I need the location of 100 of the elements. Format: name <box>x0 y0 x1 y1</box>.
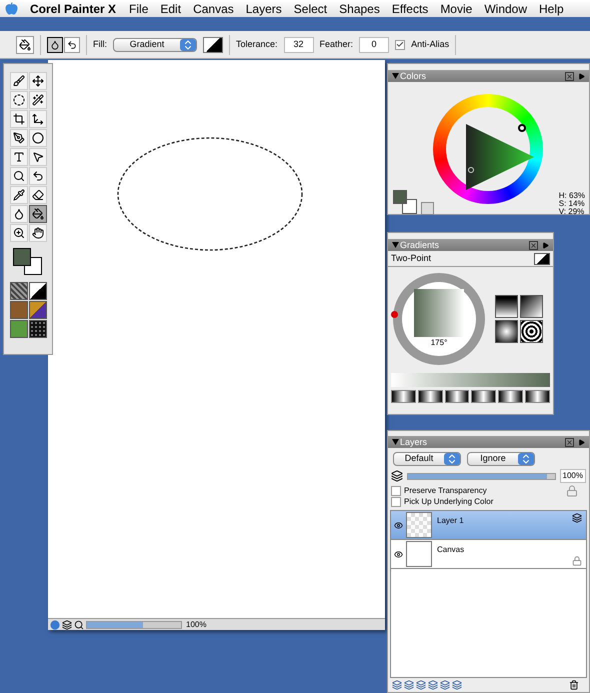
gradient-order-button[interactable] <box>391 390 416 403</box>
brush-icon <box>12 75 24 87</box>
tolerance-label: Tolerance: <box>236 38 278 51</box>
disclosure-triangle-icon[interactable] <box>392 242 399 248</box>
zoom-value: 100% <box>186 618 206 630</box>
visibility-icon[interactable] <box>394 520 403 530</box>
close-icon[interactable] <box>565 438 574 446</box>
gradient-order-button[interactable] <box>525 390 550 403</box>
option-label: Preserve Transparency <box>404 484 487 496</box>
menu-item[interactable]: Canvas <box>193 0 234 18</box>
color-readout: H: 63% <box>558 192 585 200</box>
menu-item[interactable]: Effects <box>392 0 428 18</box>
close-icon[interactable] <box>565 72 574 80</box>
visibility-icon[interactable] <box>394 550 403 558</box>
layer-action-icon[interactable] <box>440 680 450 690</box>
close-icon[interactable] <box>529 240 538 250</box>
angle-handle-icon[interactable] <box>391 311 398 318</box>
gradient-style-button[interactable] <box>495 295 518 318</box>
dropper-icon <box>12 189 24 201</box>
menu-item[interactable]: File <box>129 0 148 18</box>
menu-arrow-icon[interactable] <box>578 72 585 80</box>
text-icon <box>12 151 24 163</box>
feather-field[interactable]: 0 <box>359 36 390 52</box>
media-swatch[interactable] <box>10 282 28 300</box>
swatch-icon[interactable] <box>203 36 223 52</box>
zoom-slider[interactable] <box>86 620 182 628</box>
gradient-order-button[interactable] <box>444 390 470 403</box>
color-swatches[interactable] <box>11 248 45 276</box>
angle-value: 175° <box>430 337 448 349</box>
panel-title[interactable]: Gradients <box>400 240 529 250</box>
saturation-triangle[interactable] <box>466 124 534 190</box>
disclosure-triangle-icon[interactable] <box>392 439 399 445</box>
gradient-style-button[interactable] <box>520 295 543 318</box>
color-marker-icon[interactable] <box>468 167 474 173</box>
opacity-slider[interactable] <box>407 472 556 480</box>
menu-arrow-icon[interactable] <box>542 242 549 248</box>
menu-item[interactable]: Window <box>484 0 528 18</box>
opacity-value[interactable]: 100% <box>560 469 586 483</box>
gradient-bar[interactable] <box>391 373 550 387</box>
layer-thumbnail <box>406 512 432 538</box>
trash-icon[interactable] <box>569 680 579 690</box>
pen-icon <box>12 132 24 144</box>
menu-item[interactable]: Layers <box>246 0 282 18</box>
layer-action-icon[interactable] <box>416 680 426 690</box>
magnifier-icon <box>12 170 24 182</box>
app-menu[interactable]: Corel Painter X <box>30 0 116 18</box>
layer-row[interactable]: Layer 1 <box>391 511 586 540</box>
gradient-order-button[interactable] <box>418 390 443 403</box>
anti-alias-checkbox[interactable] <box>395 40 406 50</box>
color-readout: V: 29% <box>558 208 585 216</box>
gradient-style-button[interactable] <box>520 320 543 343</box>
layer-thumbnail <box>406 541 432 567</box>
media-swatch[interactable] <box>10 320 28 338</box>
media-swatch[interactable] <box>28 282 46 300</box>
pointer-icon <box>32 151 44 163</box>
fill-mode-icon[interactable] <box>47 36 63 52</box>
paint-bucket-icon[interactable] <box>16 36 34 54</box>
layer-stack-icon <box>572 513 582 523</box>
tolerance-field[interactable]: 32 <box>284 36 314 52</box>
layer-action-icon[interactable] <box>404 680 414 690</box>
panel-title[interactable]: Colors <box>400 72 565 80</box>
option-checkbox[interactable] <box>391 496 401 506</box>
menu-arrow-icon[interactable] <box>578 438 585 446</box>
media-swatch[interactable] <box>28 320 46 338</box>
composite-depth-dropdown[interactable]: Ignore <box>467 452 535 466</box>
panel-title[interactable]: Layers <box>400 438 565 446</box>
menu-item[interactable]: Movie <box>440 0 472 18</box>
fill-mode-icon[interactable] <box>64 36 80 52</box>
stepper-icon <box>518 453 534 465</box>
menu-item[interactable]: Shapes <box>339 0 380 18</box>
layer-row[interactable]: Canvas <box>391 540 586 569</box>
disclosure-triangle-icon[interactable] <box>392 73 399 79</box>
gradient-order-button[interactable] <box>498 390 524 403</box>
hand-icon <box>32 227 44 239</box>
gradient-order-button[interactable] <box>471 390 496 403</box>
layer-action-icon[interactable] <box>392 680 402 690</box>
menu-item[interactable]: Help <box>539 0 564 18</box>
composite-method-dropdown[interactable]: Default <box>393 452 461 466</box>
color-swatches[interactable] <box>393 190 419 216</box>
angle-ring[interactable]: 175° <box>393 273 485 365</box>
zoom-icon[interactable] <box>74 620 84 630</box>
media-swatch[interactable] <box>10 301 28 319</box>
gradient-style-button[interactable] <box>495 320 518 343</box>
option-checkbox[interactable] <box>391 486 401 496</box>
layer-action-icon[interactable] <box>428 680 438 690</box>
fill-dropdown[interactable]: Gradient <box>113 38 197 52</box>
tool-button[interactable] <box>28 205 46 223</box>
media-swatch[interactable] <box>28 301 46 319</box>
magic-wand-icon <box>32 94 44 106</box>
eraser-icon <box>32 189 44 201</box>
crop-icon <box>12 113 24 125</box>
oval-selection-icon <box>12 94 24 106</box>
drop-icon <box>12 208 24 220</box>
gradient-swatch-icon[interactable] <box>534 252 550 264</box>
apple-logo-icon[interactable] <box>5 2 18 15</box>
layer-action-icon[interactable] <box>452 680 462 690</box>
hue-marker-icon[interactable] <box>518 124 526 132</box>
menu-item[interactable]: Edit <box>160 0 182 18</box>
layer-stack-icon <box>391 470 403 482</box>
menu-item[interactable]: Select <box>294 0 328 18</box>
